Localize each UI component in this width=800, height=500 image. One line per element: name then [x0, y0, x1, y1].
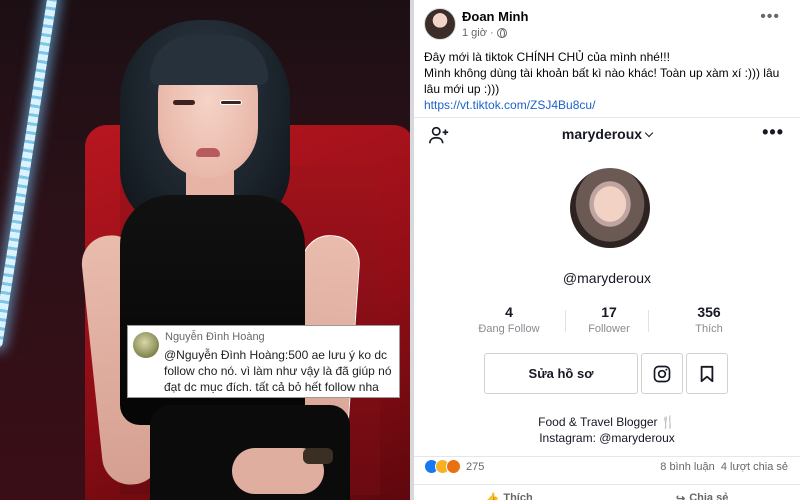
- tiktok-username: maryderoux: [414, 126, 800, 142]
- tiktok-bio: Food & Travel Blogger 🍴 Instagram: @mary…: [414, 414, 800, 446]
- engagement-stats: 8 bình luận 4 lượt chia sẻ: [660, 461, 788, 473]
- tiktok-handle: @maryderoux: [562, 270, 652, 286]
- instagram-icon: [653, 365, 671, 382]
- chevron-down-icon: [644, 128, 654, 138]
- comment-overlay: Nguyễn Đình Hoàng @Nguyễn Đình Hoàng:500…: [127, 325, 400, 398]
- tiktok-link[interactable]: https://vt.tiktok.com/ZSJ4Bu8cu/: [424, 97, 794, 113]
- right-eye: [220, 100, 242, 105]
- post-photo: Nguyễn Đình Hoàng @Nguyễn Đình Hoàng:500…: [0, 0, 410, 500]
- reaction-count: 275: [466, 460, 485, 473]
- tiktok-profile-screenshot: maryderoux ••• @maryderoux 4 Đang Follow…: [414, 117, 800, 457]
- share-icon: ↪: [675, 493, 686, 500]
- post-text-line2: Mình không dùng tài khoản bất kì nào khá…: [424, 66, 780, 96]
- stat-followers-label: Follower: [588, 323, 630, 335]
- commenter-avatar: [133, 332, 159, 358]
- stat-likes-label: Thích: [695, 323, 723, 335]
- like-button[interactable]: 👍 Thích: [486, 485, 533, 500]
- stat-likes-value: 356: [697, 304, 721, 320]
- post-text: Đây mới là tiktok CHÍNH CHỦ của mình nhé…: [424, 49, 794, 113]
- bio-line1: Food & Travel Blogger 🍴: [538, 415, 676, 429]
- tiktok-username-text: maryderoux: [561, 126, 643, 142]
- stat-separator: [648, 310, 649, 332]
- share-label: Chia sẻ: [689, 492, 729, 500]
- left-eye: [173, 100, 195, 105]
- mouth: [196, 148, 220, 157]
- facebook-post: Đoan Minh 1 giờ · ••• Đây mới là tiktok …: [414, 0, 800, 500]
- comment-count[interactable]: 8 bình luận: [660, 461, 714, 473]
- post-text-line1: Đây mới là tiktok CHÍNH CHỦ của mình nhé…: [424, 50, 670, 64]
- reactions-summary[interactable]: 275: [424, 459, 484, 474]
- commenter-name: Nguyễn Đình Hoàng: [165, 331, 265, 343]
- share-button[interactable]: ↪ Chia sẻ: [676, 485, 728, 500]
- led-light-strip: [0, 0, 59, 349]
- post-meta: 1 giờ ·: [462, 27, 507, 39]
- instagram-button: [641, 353, 683, 394]
- tiktok-stats: 4 Đang Follow 17 Follower 356 Thích: [469, 304, 749, 335]
- bookmark-icon: [700, 365, 714, 382]
- stat-following: 4 Đang Follow: [469, 304, 549, 335]
- bangs: [150, 35, 268, 85]
- author-avatar[interactable]: [424, 8, 456, 40]
- tiktok-more-icon: •••: [762, 122, 784, 142]
- like-icon: 👍: [485, 493, 500, 500]
- action-bar: 👍 Thích ↪ Chia sẻ: [414, 484, 800, 500]
- share-count[interactable]: 4 lượt chia sẻ: [721, 461, 788, 473]
- post-time[interactable]: 1 giờ: [462, 27, 487, 39]
- stat-followers: 17 Follower: [569, 304, 649, 335]
- angry-reaction-icon: [446, 459, 461, 474]
- stat-followers-value: 17: [601, 304, 617, 320]
- stat-following-value: 4: [505, 304, 513, 320]
- author-name[interactable]: Đoan Minh: [462, 9, 528, 24]
- bio-line2: Instagram: @maryderoux: [539, 431, 675, 445]
- more-icon[interactable]: •••: [760, 9, 780, 25]
- watch: [303, 448, 333, 464]
- bookmark-button: [686, 353, 728, 394]
- meta-separator: ·: [489, 27, 494, 39]
- stat-likes: 356 Thích: [669, 304, 749, 335]
- comment-text: @Nguyễn Đình Hoàng:500 ae lưu ý ko dc fo…: [164, 348, 392, 394]
- like-label: Thích: [503, 492, 533, 500]
- tiktok-avatar: [570, 168, 650, 248]
- stat-following-label: Đang Follow: [478, 323, 540, 335]
- edit-profile-button: Sửa hồ sơ: [484, 353, 638, 394]
- globe-icon: [496, 28, 507, 38]
- stat-separator: [565, 310, 566, 332]
